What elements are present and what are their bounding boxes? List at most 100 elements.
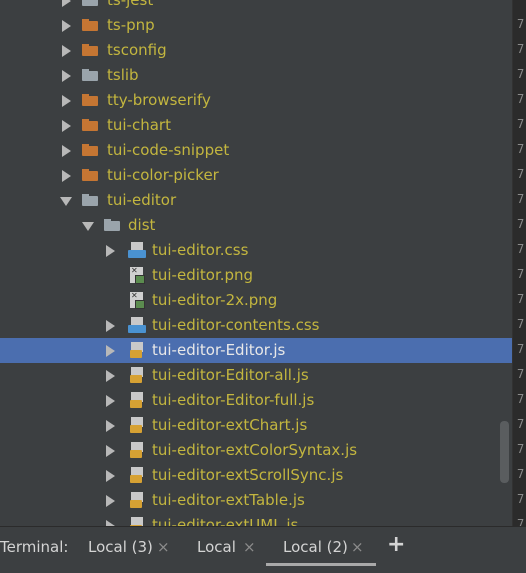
gutter-line-number: 7 [517,392,525,406]
tree-item-label: tsconfig [107,41,167,59]
tree-file-row[interactable]: tui-editor-extColorSyntax.js [0,438,512,463]
add-terminal-icon[interactable]: + [387,532,405,558]
tree-file-row[interactable]: ✕ tui-editor.png [0,263,512,288]
tree-folder-row[interactable]: ts-pnp [0,13,512,38]
chevron-right-icon[interactable] [62,45,71,57]
tree-item-label: tui-editor-extScrollSync.js [152,466,344,484]
tree-file-row[interactable]: tui-editor-extChart.js [0,413,512,438]
tree-file-row[interactable]: ✕ tui-editor-2x.png [0,288,512,313]
tree-item-label: tui-editor-Editor-full.js [152,391,315,409]
gutter-line-number: 7 [517,17,525,31]
gutter-line-number: 7 [517,217,525,231]
terminal-tab-local-3[interactable]: Local (3) [88,537,153,557]
gutter-line-number: 7 [517,492,525,506]
gutter-line-number: 7 [517,117,525,131]
tree-file-row[interactable]: tui-editor-contents.css [0,313,512,338]
chevron-right-icon[interactable] [62,120,71,132]
chevron-right-icon[interactable] [62,95,71,107]
tree-item-label: tty-browserify [107,91,211,109]
chevron-right-icon[interactable] [62,170,71,182]
js-file-icon [128,367,146,384]
terminal-tab-local[interactable]: Local [197,537,236,557]
tree-item-label: tui-editor-extTable.js [152,491,305,509]
tree-folder-row[interactable]: tui-chart [0,113,512,138]
tree-item-label: tui-code-snippet [107,141,230,159]
folder-icon [82,94,98,106]
tree-item-label: tui-editor-2x.png [152,291,278,309]
folder-icon [82,144,98,156]
folder-icon [82,119,98,131]
chevron-right-icon[interactable] [62,70,71,82]
chevron-right-icon[interactable] [106,345,115,357]
tree-folder-row[interactable]: tui-code-snippet [0,138,512,163]
js-file-icon [128,492,146,509]
gutter-line-number: 7 [517,467,525,481]
tree-item-label: tui-editor-Editor-all.js [152,366,309,384]
gutter-line-number: 7 [517,442,525,456]
folder-icon [82,44,98,56]
tree-file-row[interactable]: tui-editor-Editor-full.js [0,388,512,413]
chevron-right-icon[interactable] [106,420,115,432]
close-icon[interactable]: × [243,537,256,557]
tree-item-label: tui-editor-extUML.js [152,516,299,526]
folder-icon [82,194,98,206]
js-file-icon [128,517,146,526]
folder-icon [104,219,120,231]
chevron-down-icon[interactable] [60,197,72,206]
js-file-icon [128,442,146,459]
chevron-right-icon[interactable] [106,245,115,257]
tree-folder-row[interactable]: tty-browserify [0,88,512,113]
chevron-right-icon[interactable] [106,495,115,507]
gutter-line-number: 7 [517,142,525,156]
tree-folder-row[interactable]: dist [0,213,512,238]
tree-folder-row[interactable]: tui-color-picker [0,163,512,188]
tree-file-row[interactable]: tui-editor.css [0,238,512,263]
gutter-line-number: 7 [517,242,525,256]
chevron-right-icon[interactable] [106,395,115,407]
tree-item-label: tui-chart [107,116,171,134]
tree-scrollbar[interactable] [500,421,509,483]
js-file-icon [128,342,146,359]
gutter-line-number: 7 [517,417,525,431]
tree-file-row[interactable]: tui-editor-extTable.js [0,488,512,513]
gutter-line-number: 7 [517,292,525,306]
tree-item-label: tui-editor [107,191,177,209]
js-file-icon [128,417,146,434]
tree-file-row[interactable]: tui-editor-extUML.js [0,513,512,526]
gutter-line-number: 7 [517,317,525,331]
chevron-right-icon[interactable] [106,445,115,457]
image-file-icon: ✕ [128,292,146,309]
tree-item-label: dist [128,216,156,234]
terminal-tab-local-2[interactable]: Local (2) [283,537,348,557]
tree-folder-row[interactable]: tui-editor [0,188,512,213]
chevron-right-icon[interactable] [62,0,71,7]
close-icon[interactable]: × [351,537,364,557]
chevron-right-icon[interactable] [106,320,115,332]
close-icon[interactable]: × [157,537,170,557]
chevron-right-icon[interactable] [62,20,71,32]
editor-gutter: 777777777777777777777 [512,0,526,531]
project-tree: ts-jest ts-pnp tsconfig tslib tty-browserify… [0,0,512,526]
tree-folder-row[interactable]: tslib [0,63,512,88]
folder-icon [82,19,98,31]
gutter-line-number: 7 [517,167,525,181]
gutter-line-number: 7 [517,367,525,381]
folder-icon [82,69,98,81]
gutter-line-number: 7 [517,342,525,356]
chevron-right-icon[interactable] [106,470,115,482]
chevron-right-icon[interactable] [62,145,71,157]
chevron-right-icon[interactable] [106,370,115,382]
css-file-icon [128,242,146,259]
tree-item-label: tui-editor.png [152,266,254,284]
tree-file-row[interactable]: tui-editor-Editor-all.js [0,363,512,388]
js-file-icon [128,392,146,409]
tree-file-row[interactable]: tui-editor-Editor.js [0,338,512,363]
css-file-icon [128,317,146,334]
chevron-down-icon[interactable] [82,222,94,231]
tree-file-row[interactable]: tui-editor-extScrollSync.js [0,463,512,488]
tree-folder-row[interactable]: tsconfig [0,38,512,63]
tree-folder-row[interactable]: ts-jest [0,0,512,13]
folder-icon [82,169,98,181]
gutter-line-number: 7 [517,67,525,81]
tree-item-label: tui-editor.css [152,241,249,259]
